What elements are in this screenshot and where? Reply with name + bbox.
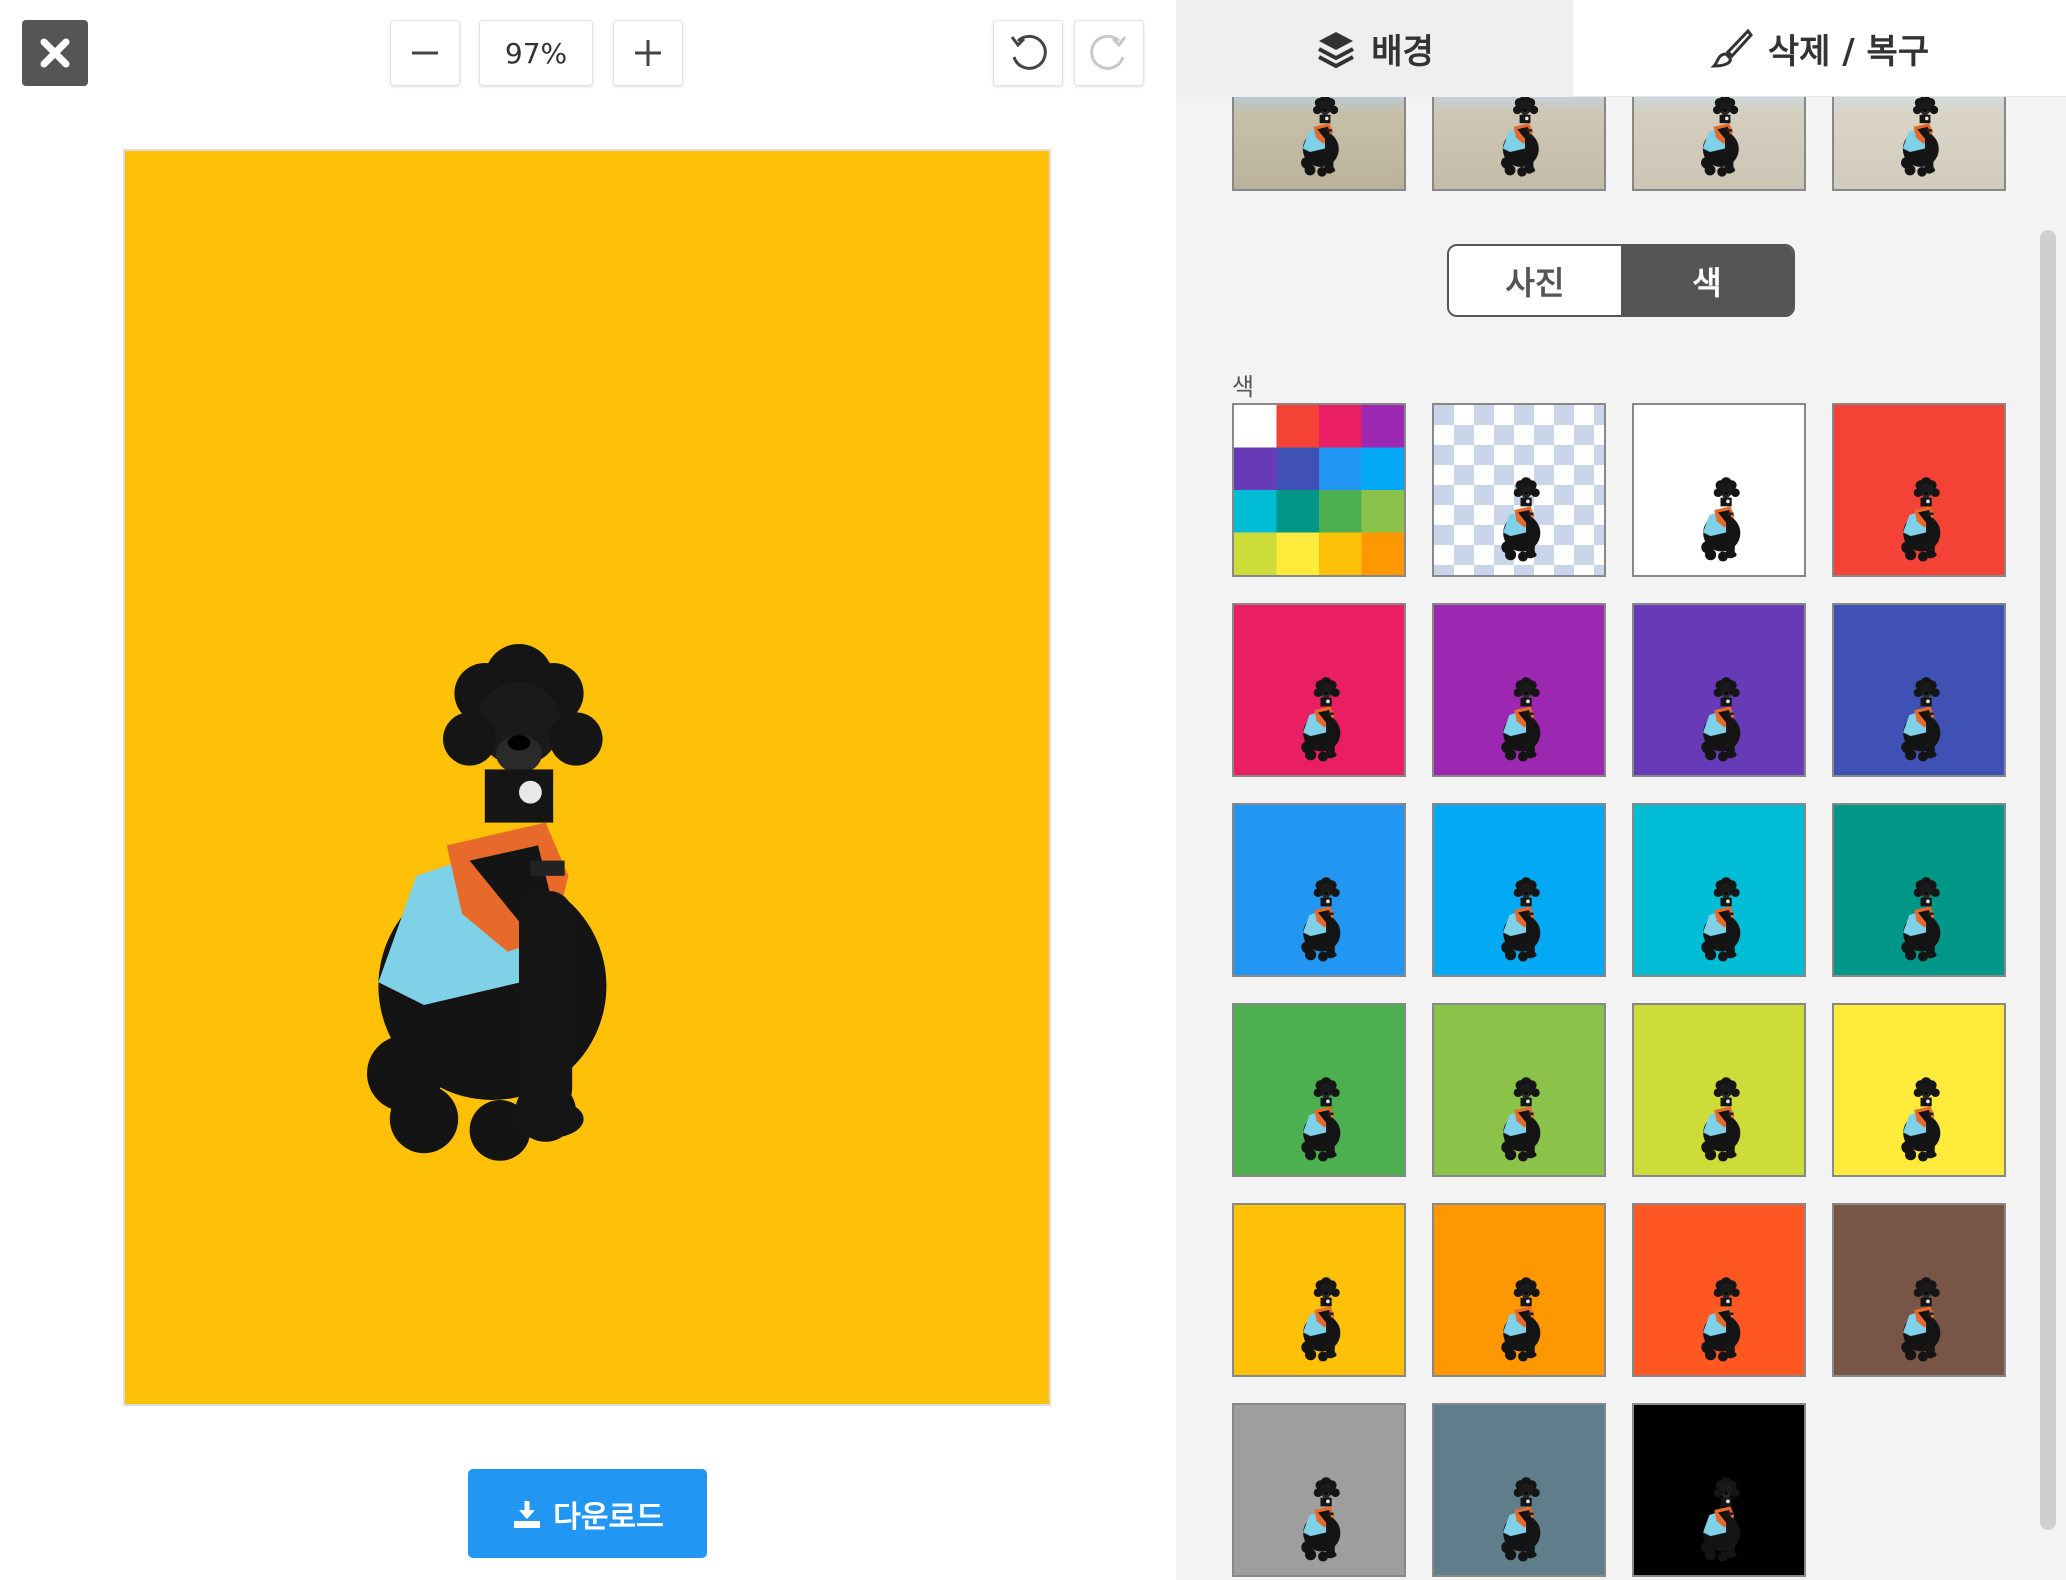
color-swatch[interactable] [1632, 1403, 1806, 1577]
color-swatch[interactable] [1232, 1203, 1406, 1377]
color-swatch[interactable] [1232, 803, 1406, 977]
color-picker-swatch[interactable] [1232, 403, 1406, 577]
color-swatch[interactable] [1432, 603, 1606, 777]
color-swatch[interactable] [1832, 603, 2006, 777]
color-swatch[interactable] [1632, 1003, 1806, 1177]
tab-erase-label: 삭제 / 복구 [1767, 31, 1930, 72]
background-options-panel: 사진 색 색 [1176, 97, 2036, 1580]
download-button[interactable]: 다운로드 [468, 1469, 707, 1558]
transparent-swatch[interactable] [1432, 403, 1606, 577]
color-swatch[interactable] [1432, 803, 1606, 977]
zoom-out-button[interactable] [390, 20, 460, 86]
tab-background-label: 배경 [1371, 32, 1434, 72]
background-type-toggle: 사진 색 [1447, 244, 1795, 317]
color-swatch[interactable] [1232, 603, 1406, 777]
close-icon [40, 38, 70, 68]
side-panel: 배경 삭제 / 복구 사진 색 색 [1176, 0, 2066, 1580]
color-swatch[interactable] [1432, 1003, 1606, 1177]
color-swatch[interactable] [1432, 1203, 1606, 1377]
photo-background-thumb[interactable] [1832, 97, 2006, 191]
panel-tabs: 배경 삭제 / 복구 [1176, 0, 2066, 97]
color-swatch[interactable] [1232, 1003, 1406, 1177]
redo-button[interactable] [1074, 20, 1144, 86]
color-swatch[interactable] [1632, 803, 1806, 977]
brush-icon [1710, 28, 1753, 68]
photo-background-thumb[interactable] [1632, 97, 1806, 191]
zoom-in-button[interactable] [613, 20, 683, 86]
toggle-photo[interactable]: 사진 [1449, 246, 1621, 315]
color-swatch[interactable] [1832, 803, 2006, 977]
color-swatch[interactable] [1232, 1403, 1406, 1577]
color-swatch[interactable] [1832, 1003, 2006, 1177]
zoom-level-text: 97% [504, 36, 568, 70]
color-swatch[interactable] [1632, 1203, 1806, 1377]
color-swatch[interactable] [1632, 403, 1806, 577]
download-icon [514, 1500, 541, 1528]
color-section-label: 색 [1232, 373, 1255, 401]
color-swatch[interactable] [1832, 1203, 2006, 1377]
minus-icon [412, 51, 438, 55]
panel-scrollbar[interactable] [2040, 230, 2056, 1530]
plus-icon [635, 40, 661, 66]
dog-cutout-image [367, 644, 607, 1161]
download-label: 다운로드 [553, 1499, 664, 1535]
editor-area: 97% 다운로드 [0, 0, 1176, 1580]
zoom-level[interactable]: 97% [479, 20, 593, 86]
close-button[interactable] [22, 20, 88, 86]
tab-background[interactable]: 배경 [1176, 0, 1573, 97]
tab-erase-restore[interactable]: 삭제 / 복구 [1573, 0, 2066, 97]
layers-icon [1318, 31, 1355, 68]
color-swatch[interactable] [1832, 403, 2006, 577]
undo-icon [1010, 34, 1047, 70]
photo-background-thumb[interactable] [1232, 97, 1406, 191]
redo-icon [1090, 34, 1127, 70]
photo-background-thumb[interactable] [1432, 97, 1606, 191]
toggle-color[interactable]: 색 [1621, 246, 1793, 315]
image-canvas[interactable] [123, 149, 1051, 1406]
color-swatch[interactable] [1432, 1403, 1606, 1577]
undo-button[interactable] [993, 20, 1063, 86]
color-swatch[interactable] [1632, 603, 1806, 777]
